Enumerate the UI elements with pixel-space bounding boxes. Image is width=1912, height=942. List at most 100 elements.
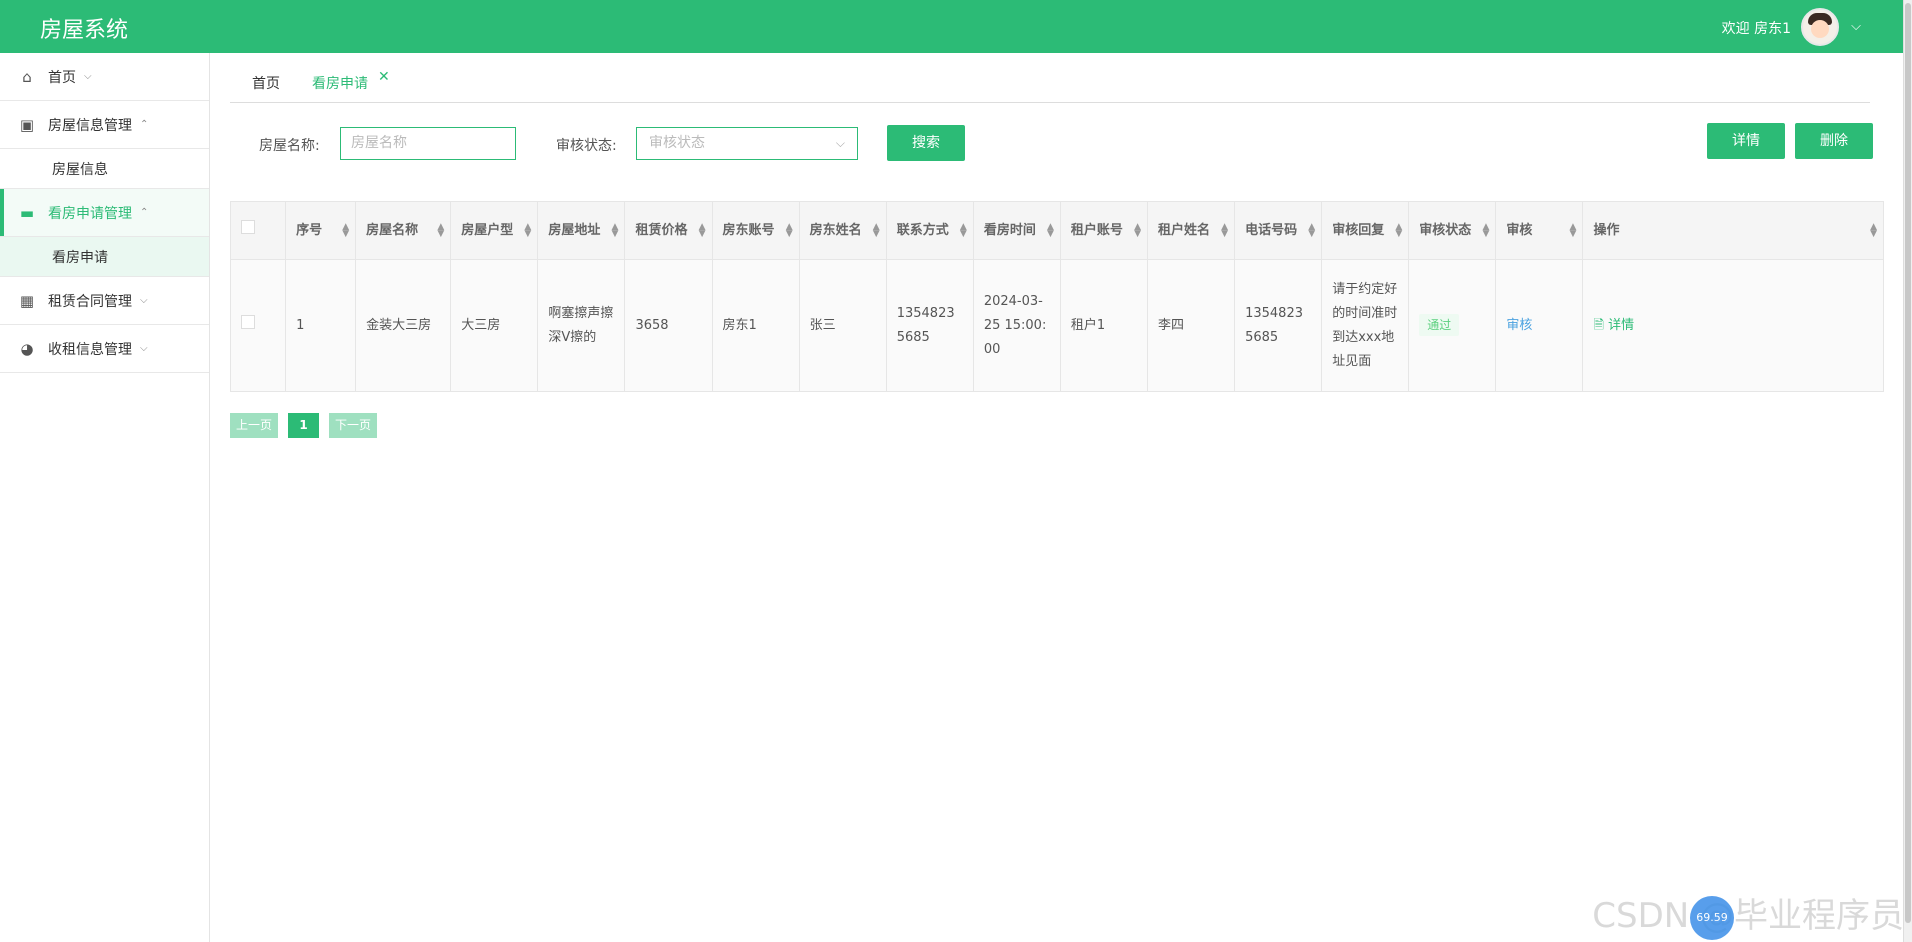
cell-price: 3658 <box>624 259 713 392</box>
sidebar-item-viewing-manage[interactable]: ▬ 看房申请管理 ⌃ <box>0 189 209 237</box>
chevron-down-icon: ⌵ <box>140 343 148 354</box>
sort-icon: ▲ ▼ <box>872 221 880 239</box>
close-icon[interactable]: ✕ <box>378 69 390 85</box>
col-header[interactable]: 房屋地址 ▲ ▼ <box>537 201 626 260</box>
search-button[interactable]: 搜索 <box>887 125 965 161</box>
chevron-up-icon: ⌃ <box>140 207 149 218</box>
cell-house-name: 金装大三房 <box>355 259 452 392</box>
sidebar-item-rent-manage[interactable]: ◕ 收租信息管理 ⌵ <box>0 325 209 373</box>
col-header[interactable]: 房屋户型 ▲ ▼ <box>450 201 539 260</box>
cell-op: 🗎 详情 <box>1582 259 1884 392</box>
chevron-down-icon: ⌵ <box>835 136 845 150</box>
delete-button[interactable]: 删除 <box>1795 123 1873 159</box>
table-header-row: 序号 ▲ ▼ 房屋名称 ▲ ▼ 房屋户型 ▲ ▼ 房屋地址 ▲ ▼ 租赁价格 ▲ ▼ 房东账号 ▲ ▼ … <box>229 201 1884 260</box>
cell-audit: 审核 <box>1495 259 1584 392</box>
sort-icon: ▲ ▼ <box>1308 221 1316 239</box>
sort-icon: ▲ ▼ <box>698 221 706 239</box>
cell-phone: 13548235685 <box>1234 259 1323 392</box>
col-header[interactable]: 租赁价格 ▲ ▼ <box>624 201 713 260</box>
cell-tenant-account: 租户1 <box>1059 259 1149 392</box>
sort-icon: ▲ ▼ <box>1221 221 1229 239</box>
sidebar: ⌂ 首页 ⌵ ▣ 房屋信息管理 ⌃ 房屋信息 ▬ 看房申请管理 ⌃ 看房申请 ▦… <box>0 53 210 942</box>
col-header[interactable]: 房东姓名 ▲ ▼ <box>798 201 887 260</box>
row-checkbox[interactable] <box>229 259 287 392</box>
col-header[interactable]: 租户账号 ▲ ▼ <box>1059 201 1149 260</box>
col-header[interactable]: 联系方式 ▲ ▼ <box>885 201 974 260</box>
chevron-down-icon: ⌵ <box>140 295 148 306</box>
cell-landlord-account: 房东1 <box>711 259 800 392</box>
home-icon: ⌂ <box>22 67 32 86</box>
sidebar-item-label: 看房申请管理 <box>48 205 132 222</box>
cell-reply: 请于约定好的时间准时到达xxx地址见面 <box>1321 259 1410 392</box>
col-header[interactable]: 操作 ▲ ▼ <box>1582 201 1884 260</box>
cell-tenant-name: 李四 <box>1146 259 1236 392</box>
table-row[interactable]: 1 金装大三房 大三房 啊塞擦声擦深V擦的 3658 房东1 张三 135482… <box>229 259 1884 392</box>
status-label: 审核状态: <box>556 138 617 154</box>
col-header[interactable]: 审核回复 ▲ ▼ <box>1321 201 1410 260</box>
data-table: 序号 ▲ ▼ 房屋名称 ▲ ▼ 房屋户型 ▲ ▼ 房屋地址 ▲ ▼ 租赁价格 ▲ ▼ 房东账号 ▲ ▼ … <box>229 201 1884 392</box>
watermark: CSDN @毕业程序员 <box>1592 896 1904 936</box>
sidebar-subitem-viewing-apply[interactable]: 看房申请 <box>0 237 209 277</box>
col-header[interactable]: 电话号码 ▲ ▼ <box>1234 201 1323 260</box>
list-icon: ▬ <box>19 203 35 222</box>
scrollbar[interactable] <box>1903 0 1912 942</box>
cell-contact: 13548235685 <box>885 259 974 392</box>
cell-landlord-name: 张三 <box>798 259 887 392</box>
sort-icon: ▲ ▼ <box>611 221 619 239</box>
tab-viewing-apply[interactable]: 看房申请 <box>312 73 368 93</box>
col-header[interactable]: 审核 ▲ ▼ <box>1495 201 1584 260</box>
welcome-text: 欢迎 房东1 <box>1721 21 1791 37</box>
float-ball[interactable]: 69.59 <box>1690 896 1734 940</box>
sidebar-item-contract-manage[interactable]: ▦ 租赁合同管理 ⌵ <box>0 277 209 325</box>
house-name-label: 房屋名称: <box>259 138 320 154</box>
sort-icon: ▲ ▼ <box>1134 221 1141 239</box>
next-page-button[interactable]: 下一页 <box>329 413 377 438</box>
col-header[interactable]: 序号 ▲ ▼ <box>285 201 357 260</box>
sort-icon: ▲ ▼ <box>1046 221 1054 239</box>
sort-icon: ▲ ▼ <box>1569 221 1577 239</box>
cell-status: 通过 <box>1408 259 1497 392</box>
chevron-down-icon[interactable]: ⌵ <box>1851 19 1861 34</box>
sort-icon: ▲ ▼ <box>1395 221 1403 239</box>
tab-bar: 首页 看房申请 ✕ <box>230 53 1870 103</box>
sort-icon: ▲ ▼ <box>437 221 445 239</box>
sort-icon: ▲ ▼ <box>342 221 350 239</box>
gauge-icon: ◕ <box>20 339 34 358</box>
page-1-button[interactable]: 1 <box>288 413 319 438</box>
status-select[interactable]: 审核状态 ⌵ <box>636 127 858 160</box>
app-title: 房屋系统 <box>40 18 129 43</box>
cell-address: 啊塞擦声擦深V擦的 <box>537 259 626 392</box>
avatar[interactable] <box>1801 8 1839 46</box>
audit-link[interactable]: 审核 <box>1506 318 1532 333</box>
col-header[interactable]: 审核状态 ▲ ▼ <box>1408 201 1497 260</box>
sidebar-item-label: 租赁合同管理 <box>48 293 132 310</box>
grid-icon: ▦ <box>19 291 35 310</box>
top-bar: 房屋系统 欢迎 房东1 ⌵ <box>0 0 1903 53</box>
sidebar-item-label: 收租信息管理 <box>48 341 132 358</box>
sidebar-subitem-house-info[interactable]: 房屋信息 <box>0 149 209 189</box>
prev-page-button[interactable]: 上一页 <box>230 413 278 438</box>
col-header[interactable]: 租户姓名 ▲ ▼ <box>1146 201 1236 260</box>
chevron-down-icon: ⌵ <box>84 71 92 82</box>
sort-icon: ▲ ▼ <box>959 221 967 239</box>
sort-icon: ▲ ▼ <box>785 221 793 239</box>
cell-view-time: 2024-03-25 15:00:00 <box>972 259 1061 392</box>
cell-layout: 大三房 <box>450 259 539 392</box>
sidebar-item-label: 首页 <box>48 69 76 86</box>
sidebar-item-house-info-manage[interactable]: ▣ 房屋信息管理 ⌃ <box>0 101 209 149</box>
sidebar-item-label: 房屋信息管理 <box>48 117 132 134</box>
detail-button[interactable]: 详情 <box>1707 123 1785 159</box>
sidebar-item-home[interactable]: ⌂ 首页 ⌵ <box>0 53 209 101</box>
document-icon: 🗎 <box>1593 317 1609 333</box>
select-all-checkbox[interactable] <box>229 201 287 260</box>
col-header[interactable]: 看房时间 ▲ ▼ <box>972 201 1061 260</box>
tab-home[interactable]: 首页 <box>252 73 280 93</box>
house-name-input[interactable]: 房屋名称 <box>340 127 516 160</box>
status-badge: 通过 <box>1419 313 1460 336</box>
detail-link[interactable]: 🗎 详情 <box>1593 318 1634 333</box>
sort-icon: ▲ ▼ <box>1870 221 1877 239</box>
cell-seq: 1 <box>285 259 357 392</box>
col-header[interactable]: 房东账号 ▲ ▼ <box>711 201 800 260</box>
col-header[interactable]: 房屋名称 ▲ ▼ <box>355 201 452 260</box>
sort-icon: ▲ ▼ <box>1482 221 1490 239</box>
